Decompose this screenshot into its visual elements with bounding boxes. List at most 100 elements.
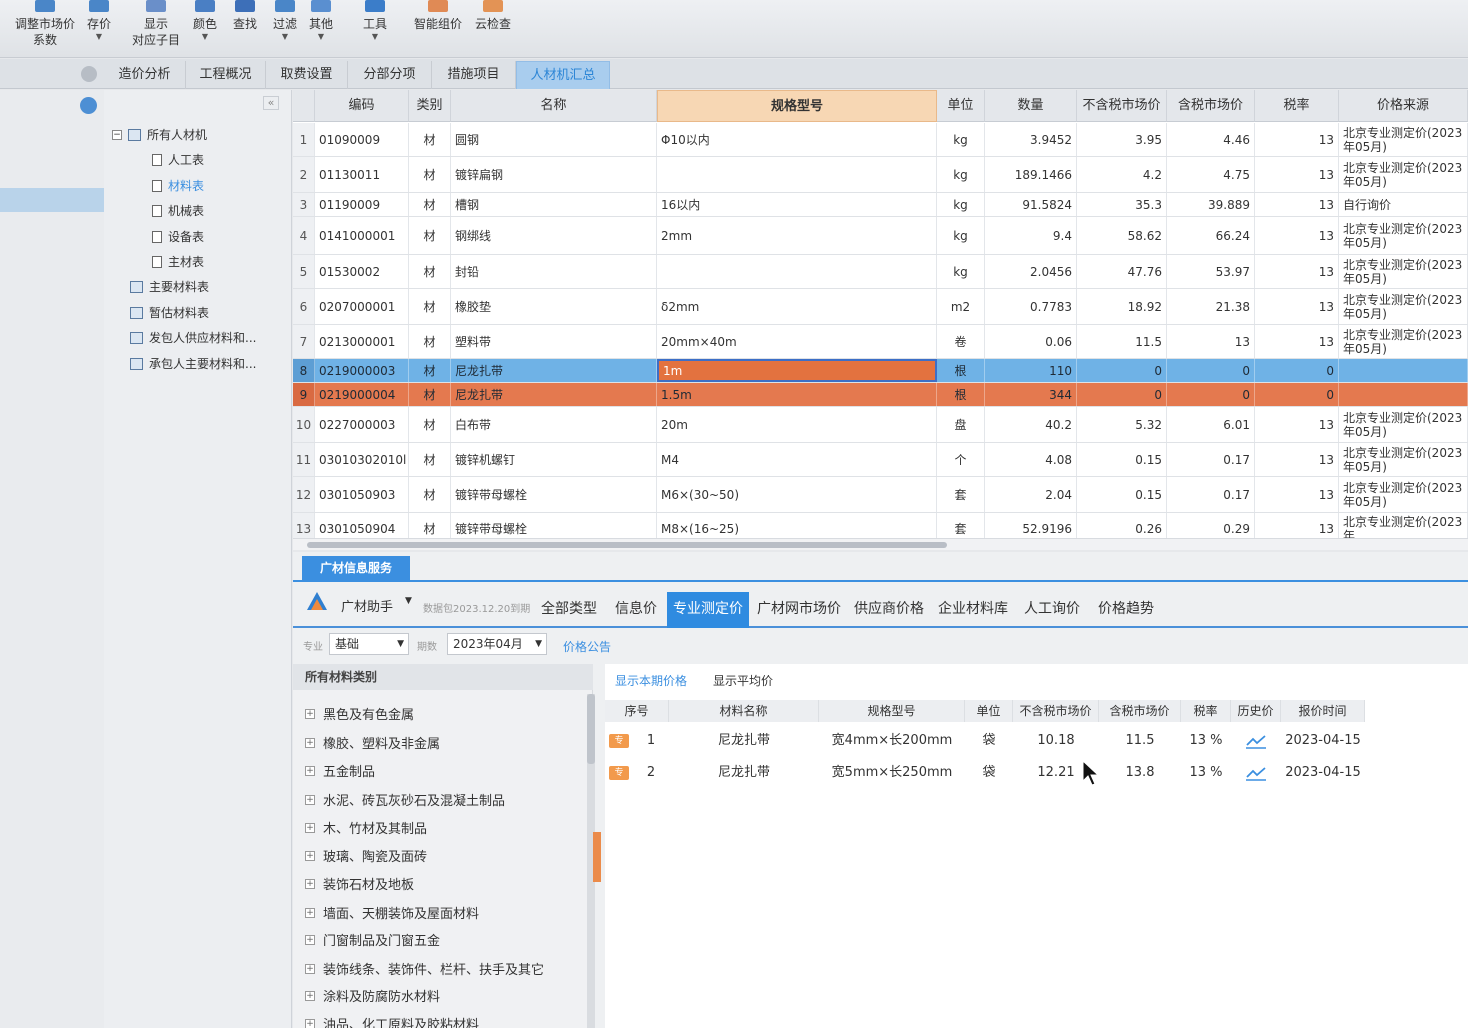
cell-unit[interactable]: 盘 [937,407,985,442]
horizontal-scrollbar[interactable] [293,538,1468,550]
cell-source[interactable]: 自行询价 [1339,193,1468,216]
cell-price-ex[interactable]: 11.5 [1077,325,1167,358]
cell-qty[interactable]: 2.04 [985,477,1077,512]
cell-code[interactable]: 01530002 [315,255,409,288]
cell-type[interactable]: 材 [409,407,451,442]
cell-price-inc[interactable]: 6.01 [1167,407,1255,442]
cell-unit[interactable]: kg [937,123,985,156]
row-number[interactable]: 7 [293,325,315,358]
grid-header-source[interactable]: 价格来源 [1339,90,1468,122]
category-item[interactable]: + 墙面、天棚装饰及屋面材料 [305,903,479,922]
cell-price-inc[interactable]: 39.889 [1167,193,1255,216]
cell-price-ex[interactable]: 4.2 [1077,157,1167,192]
assistant-label[interactable]: 广材助手 [341,596,393,615]
cell-price-inc[interactable]: 4.75 [1167,157,1255,192]
cell-name[interactable]: 塑料带 [451,325,657,358]
nav-info-price[interactable]: 信息价 [611,592,661,628]
cell-unit[interactable]: 个 [937,443,985,476]
expand-icon[interactable]: + [305,1018,315,1028]
cell-price-inc[interactable]: 53.97 [1167,255,1255,288]
cell-price-ex[interactable]: 3.95 [1077,123,1167,156]
table-row[interactable]: 7 0213000001 材塑料带 20mm×40m 卷 0.06 11.5 13 13 北京专业… [293,325,1468,359]
cell-code[interactable]: 0219000004 [315,383,409,406]
tab-measures[interactable]: 措施项目 [432,61,516,89]
major-select[interactable]: 基础 ▼ [329,633,409,655]
row-number[interactable]: 9 [293,383,315,406]
cell-name[interactable]: 镀锌机螺钉 [451,443,657,476]
expand-icon[interactable]: + [305,990,315,1001]
tree-item-estimated-materials[interactable]: 暂估材料表 [130,304,209,322]
cell-spec[interactable]: M6×(30~50) [657,477,937,512]
cell-name[interactable]: 封铅 [451,255,657,288]
cell-unit[interactable]: m2 [937,289,985,324]
cell-source[interactable]: 北京专业测定价(2023年05月) [1339,255,1468,288]
cell-rate[interactable]: 13 [1255,407,1339,442]
tool-button[interactable]: 工具 ▼ [360,0,390,42]
category-item[interactable]: + 木、竹材及其制品 [305,818,427,837]
adjust-price-button[interactable]: 调整市场价 系数 [12,0,78,48]
cell-spec[interactable]: δ2mm [657,289,937,324]
cell-type[interactable]: 材 [409,325,451,358]
cell-spec[interactable]: 20m [657,407,937,442]
grid-header-spec[interactable]: 规格型号 [657,90,937,122]
row-number[interactable]: 1 [293,123,315,156]
cell-name[interactable]: 圆钢 [451,123,657,156]
filter-button[interactable]: 过滤 ▼ [270,0,300,42]
cell-code[interactable]: 0213000001 [315,325,409,358]
cell-rate[interactable]: 13 [1255,443,1339,476]
expand-icon[interactable]: + [305,765,315,776]
table-row[interactable]: 6 0207000001 材橡胶垫 δ2mm m2 0.7783 18.92 21.38 13 北… [293,289,1468,325]
cell-unit[interactable]: 根 [937,359,985,382]
history-price-button[interactable] [1231,758,1281,788]
cell-source[interactable]: 北京专业测定价(2023年05月) [1339,157,1468,192]
cell-price-ex[interactable]: 47.76 [1077,255,1167,288]
splitter-handle[interactable] [593,832,601,882]
tab-project-overview[interactable]: 工程概况 [186,61,266,89]
minus-icon[interactable]: − [112,130,122,140]
grid-header-rate[interactable]: 税率 [1255,90,1339,122]
table-row[interactable]: 4 0141000001 材钢绑线 2mm kg 9.4 58.62 66.24 13 北京专业测… [293,217,1468,255]
cell-qty[interactable]: 110 [985,359,1077,382]
row-number[interactable]: 12 [293,477,315,512]
tab-sub-items[interactable]: 分部分项 [348,61,432,89]
cell-rate[interactable]: 13 [1255,217,1339,254]
cell-rate[interactable]: 13 [1255,157,1339,192]
cell-rate[interactable]: 0 [1255,383,1339,406]
settings-circle-icon[interactable] [81,66,97,82]
tab-cost-analysis[interactable]: 造价分析 [104,61,186,89]
cell-name[interactable]: 镀锌带母螺栓 [451,477,657,512]
cell-spec[interactable]: M4 [657,443,937,476]
row-number[interactable]: 10 [293,407,315,442]
cell-unit[interactable]: kg [937,255,985,288]
tree-root[interactable]: − 所有人材机 [112,126,207,144]
expand-icon[interactable]: + [305,822,315,833]
cell-type[interactable]: 材 [409,157,451,192]
cell-price-ex[interactable]: 0 [1077,359,1167,382]
nav-market-price[interactable]: 广材网市场价 [753,592,845,628]
tree-item-client-supplied[interactable]: 发包人供应材料和... [130,329,256,347]
scrollbar-thumb[interactable] [307,542,947,548]
cell-qty[interactable]: 40.2 [985,407,1077,442]
table-row[interactable]: 8 0219000003 材尼龙扎带 1m 根 110 0 0 0 [293,359,1468,383]
cell-price-inc[interactable]: 0.17 [1167,477,1255,512]
cell-code[interactable]: 03010302010l [315,443,409,476]
category-item[interactable]: + 玻璃、陶瓷及面砖 [305,846,427,865]
tab-average-price[interactable]: 显示平均价 [713,672,773,689]
expand-icon[interactable]: + [305,708,315,719]
cell-name[interactable]: 白布带 [451,407,657,442]
cell-type[interactable]: 材 [409,289,451,324]
cell-code[interactable]: 0301050903 [315,477,409,512]
expand-icon[interactable]: + [305,737,315,748]
cell-type[interactable]: 材 [409,477,451,512]
table-row[interactable]: 2 01130011 材镀锌扁钢 kg 189.1466 4.2 4.75 13 北京专业测定价… [293,157,1468,193]
left-nav-selected[interactable] [0,188,104,212]
cell-price-inc[interactable]: 0 [1167,359,1255,382]
cell-name[interactable]: 尼龙扎带 [451,383,657,406]
cell-unit[interactable]: kg [937,193,985,216]
tab-fee-settings[interactable]: 取费设置 [266,61,348,89]
row-number[interactable]: 6 [293,289,315,324]
expand-icon[interactable]: + [305,934,315,945]
tree-item-material[interactable]: 材料表 [152,177,204,195]
table-row[interactable]: 11 03010302010l 材镀锌机螺钉 M4 个 4.08 0.15 0.17 13 北京专… [293,443,1468,477]
color-button[interactable]: 颜色 ▼ [190,0,220,42]
